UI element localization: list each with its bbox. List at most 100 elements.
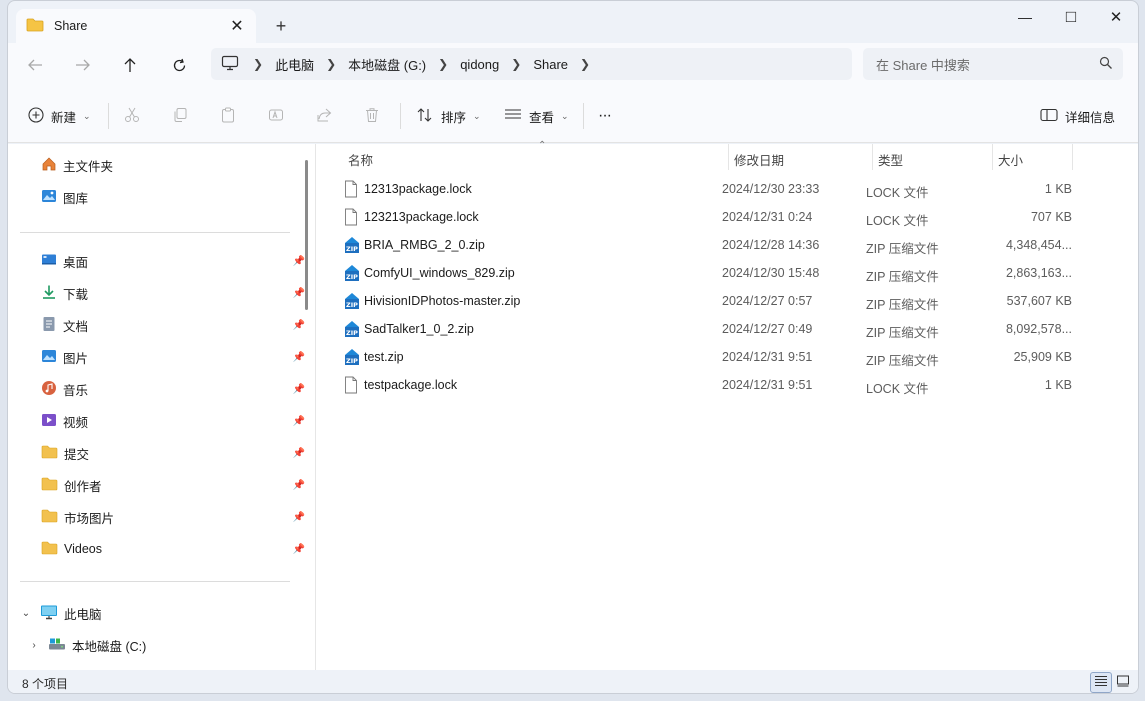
navigation-bar: ❯ 此电脑 ❯ 本地磁盘 (G:) ❯ qidong ❯ Share ❯ 在 S… [8,43,1138,87]
back-arrow-icon[interactable] [20,51,50,79]
pin-icon[interactable]: 📌 [293,448,305,459]
file-type: ZIP 压缩文件 [866,270,939,284]
file-date: 2024/12/30 15:48 [722,266,820,280]
svg-text:ZIP: ZIP [346,301,358,309]
address-bar[interactable]: ❯ 此电脑 ❯ 本地磁盘 (G:) ❯ qidong ❯ Share ❯ [211,48,852,80]
column-header-date[interactable]: 修改日期 [734,150,784,170]
breadcrumb-this-pc[interactable]: 此电脑 [275,55,314,74]
new-tab-button[interactable]: + [268,13,294,39]
pin-icon[interactable]: 📌 [293,544,305,555]
minimize-button[interactable]: — [1002,1,1048,33]
file-icon [344,180,358,201]
copy-button[interactable] [172,101,188,131]
videos-icon [41,412,57,431]
file-name: testpackage.lock [364,378,458,392]
sidebar-item-label: 桌面 [63,255,89,270]
close-window-button[interactable]: ✕ [1093,1,1138,33]
pin-icon[interactable]: 📌 [293,512,305,523]
refresh-icon[interactable] [164,51,194,79]
sidebar-item[interactable]: 主文件夹 [41,152,301,178]
breadcrumb-qidong[interactable]: qidong [460,57,499,72]
sort-label: 排序 [441,110,467,125]
sidebar-item-label: 主文件夹 [63,159,114,174]
folder-icon [41,541,58,558]
rename-button[interactable] [268,101,284,131]
cut-button[interactable] [124,101,140,131]
file-size: 537,607 KB [1006,294,1072,308]
chevron-right-icon[interactable]: › [26,640,42,651]
search-input[interactable]: 在 Share 中搜索 [863,48,1123,80]
sidebar-item[interactable]: 下载 📌 [41,280,305,306]
file-date: 2024/12/30 23:33 [722,182,820,196]
sidebar-item[interactable]: 桌面 📌 [41,248,305,274]
chevron-right-icon: ❯ [511,57,522,71]
new-button[interactable]: 新建 ⌄ [28,101,91,131]
more-options-button[interactable]: ··· [598,101,612,131]
column-header-size[interactable]: 大小 [998,150,1023,170]
sidebar-item[interactable]: Videos 📌 [41,536,305,562]
sidebar-item[interactable]: 文档 📌 [41,312,305,338]
chevron-right-icon: ❯ [438,57,449,71]
forward-arrow-icon[interactable] [68,51,98,79]
view-button[interactable]: 查看 ⌄ [504,101,569,131]
pin-icon[interactable]: 📌 [293,256,305,267]
svg-text:ZIP: ZIP [346,245,358,253]
file-type: LOCK 文件 [866,214,929,228]
details-view-button[interactable] [1090,672,1112,693]
content-area: 主文件夹 图库 桌面 📌 下载 📌 文档 📌 图片 📌 音乐 📌 视频 📌 提交 📌 创作者 📌 市场图片 📌 Vide… [8,140,1138,670]
maximize-button[interactable]: □ [1048,1,1094,33]
pin-icon[interactable]: 📌 [293,384,305,395]
paste-button[interactable] [220,101,236,131]
sidebar-item[interactable]: 创作者 📌 [41,472,305,498]
breadcrumb-share[interactable]: Share [533,57,568,72]
file-size: 1 KB [1044,182,1072,196]
svg-text:ZIP: ZIP [346,357,358,365]
monitor-icon [221,55,239,74]
pin-icon[interactable]: 📌 [293,480,305,491]
svg-text:ZIP: ZIP [346,273,358,281]
file-row[interactable]: ZIP ComfyUI_windows_829.zip 2024/12/30 15:… [336,259,1076,287]
file-row[interactable]: ZIP SadTalker1_0_2.zip 2024/12/27 0:49 ZIP … [336,315,1076,343]
sidebar-item[interactable]: 图库 [41,184,301,210]
file-row[interactable]: 123213package.lock 2024/12/31 0:24 LOCK 文件… [336,203,1076,231]
breadcrumb-local-disk-g[interactable]: 本地磁盘 (G:) [348,55,426,74]
sort-button[interactable]: 排序 ⌄ [416,101,481,131]
sidebar-item[interactable]: 音乐 📌 [41,376,305,402]
sidebar-item[interactable]: 提交 📌 [41,440,305,466]
file-size: 707 KB [1030,210,1072,224]
share-button[interactable] [316,101,332,131]
sidebar-scrollbar[interactable] [305,160,308,310]
sidebar-item-local-disk-c[interactable]: › 本地磁盘 (C:) [26,632,286,658]
tab-close-icon[interactable]: ✕ [226,15,248,37]
pin-icon[interactable]: 📌 [293,352,305,363]
zip-icon: ZIP [344,348,360,369]
file-row[interactable]: testpackage.lock 2024/12/31 9:51 LOCK 文件 1 … [336,371,1076,399]
column-header-type[interactable]: 类型 [878,150,903,170]
file-row[interactable]: ZIP HivisionIDPhotos-master.zip 2024/12/27… [336,287,1076,315]
chevron-down-icon[interactable]: ⌄ [18,608,34,619]
file-type: ZIP 压缩文件 [866,298,939,312]
details-pane-button[interactable]: 详细信息 [1040,101,1115,131]
large-icons-view-button[interactable] [1112,672,1134,693]
delete-button[interactable] [364,101,380,131]
sidebar-item[interactable]: 图片 📌 [41,344,305,370]
file-row[interactable]: ZIP BRIA_RMBG_2_0.zip 2024/12/28 14:36 ZIP … [336,231,1076,259]
pin-icon[interactable]: 📌 [293,416,305,427]
up-arrow-icon[interactable] [115,51,145,79]
sort-ascending-icon: ⌃ [538,140,547,151]
plus-circle-icon [28,106,44,126]
chevron-right-icon[interactable]: ❯ [580,57,590,71]
file-row[interactable]: 12313package.lock 2024/12/30 23:33 LOCK 文件… [336,175,1076,203]
sidebar-item-this-pc[interactable]: ⌄ 此电脑 [18,600,278,626]
column-header-name[interactable]: 名称 [348,150,373,170]
sidebar-item[interactable]: 视频 📌 [41,408,305,434]
new-label: 新建 [51,110,77,125]
pin-icon[interactable]: 📌 [293,288,305,299]
file-row[interactable]: ZIP test.zip 2024/12/31 9:51 ZIP 压缩文件 25,909… [336,343,1076,371]
details-pane-icon [1040,108,1058,125]
sidebar-item[interactable]: 市场图片 📌 [41,504,305,530]
chevron-down-icon: ⌄ [561,110,569,121]
pin-icon[interactable]: 📌 [293,320,305,331]
tab-share[interactable]: Share ✕ [16,9,256,43]
sidebar-item-label: 视频 [63,415,89,430]
